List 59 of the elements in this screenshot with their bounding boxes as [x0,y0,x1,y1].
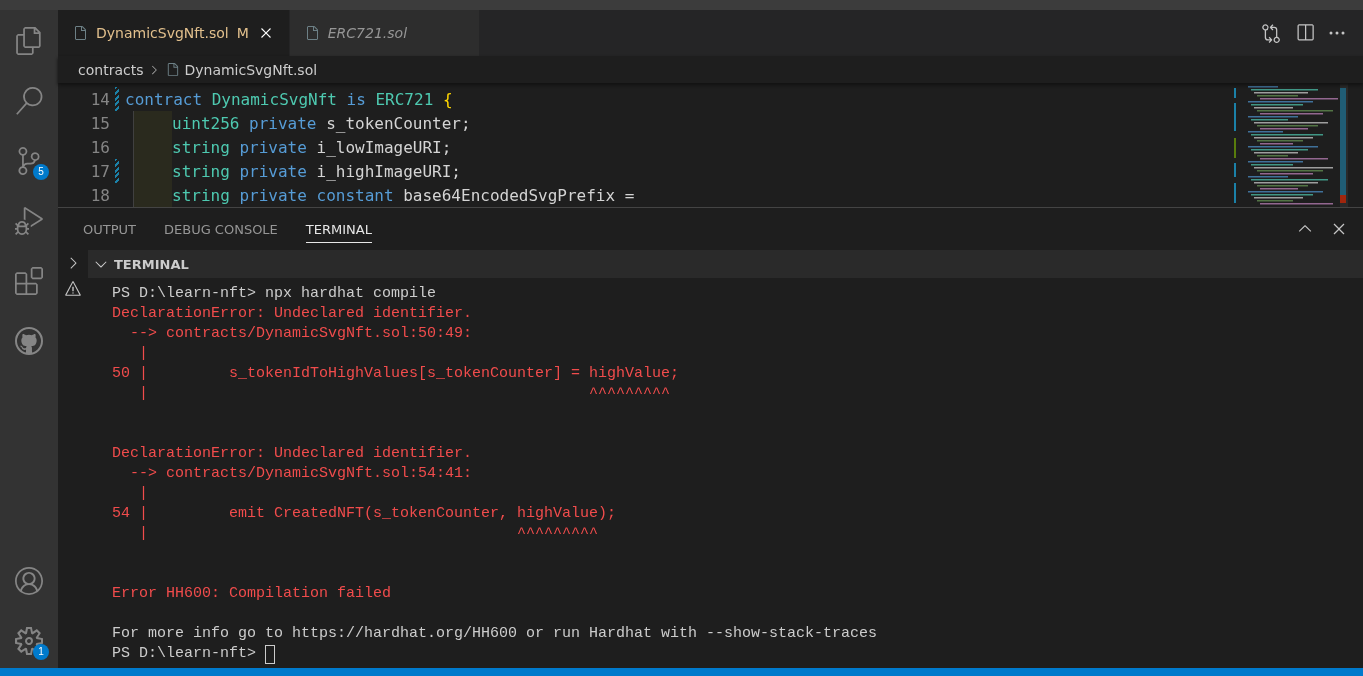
indent-guide [133,111,172,135]
section-title: TERMINAL [114,256,189,272]
compare-changes-button[interactable] [1261,23,1281,43]
tab-label: ERC721.sol [327,25,408,41]
terminal-line: | ^^^^^^^^^ [138,524,599,544]
terminal-line: DeclarationError: Undeclared identifier. [112,444,473,464]
run-debug-icon [15,207,43,235]
code-line: uint256 private s_tokenCounter; [172,113,471,133]
file-icon [72,25,88,41]
section-header[interactable]: TERMINAL [88,250,1363,278]
terminal-line: For more info go to https://hardhat.org/HH600 or run Hardhat with --show-stack-traces [112,624,878,644]
line-number: 15 [89,113,110,133]
warning-icon [64,280,82,298]
terminal-line: --> contracts/DynamicSvgNft.sol:54:41: [129,464,473,484]
panel-tab[interactable]: DEBUG CONSOLE [164,215,278,243]
terminal-line: | [138,484,148,504]
terminal-line: PS D:\learn-nft> [112,644,258,664]
terminal-line: Error HH600: Compilation failed [112,584,392,604]
settings-icon-button[interactable]: 1 [7,620,51,662]
code-line: string private i_lowImageURI; [172,137,452,157]
more-actions-button[interactable] [1329,31,1345,35]
line-number: 17 [89,161,110,181]
search-icon [15,87,43,115]
editor-tab[interactable]: DynamicSvgNft.sol M [58,10,290,56]
github-icon [15,327,43,355]
line-number: 16 [89,137,110,157]
count-badge: 5 [33,164,49,180]
panel-tab[interactable]: OUTPUT [83,215,136,243]
line-number: 18 [89,185,110,205]
line-number: 14 [89,89,110,109]
split-editor-button[interactable] [1295,23,1315,43]
count-badge: 1 [33,644,49,660]
terminal-line: | [138,344,148,364]
code-line: string private constant base64EncodedSvgPrefix = [172,185,635,205]
terminal-line: --> contracts/DynamicSvgNft.sol:50:49: [129,324,473,344]
editor-tab[interactable]: ERC721.sol [289,10,481,56]
terminal-line: DeclarationError: Undeclared identifier. [112,304,473,324]
settings-icon [15,627,43,655]
breadcrumb-item[interactable]: DynamicSvgNft.sol [184,61,318,78]
terminal-line: 54 | emit CreatedNFT(s_tokenCounter, highValue); [112,504,617,524]
split-icon [1295,23,1315,43]
extensions-icon [15,267,43,295]
panel-tab[interactable]: TERMINAL [305,215,372,243]
terminal-line: PS D:\learn-nft> npx hardhat compile [112,284,437,304]
modified-indicator: M [236,25,249,41]
terminal-line: 50 | s_tokenIdToHighValues[s_tokenCounter] = highValue; [112,364,680,384]
terminal-cursor [265,644,276,664]
compare-icon [1261,23,1281,43]
file-icon [165,62,181,77]
files-icon [15,27,43,55]
code-line: contract DynamicSvgNft is ERC721 { [125,89,453,109]
account-icon [15,567,43,595]
problems-button[interactable] [64,280,82,298]
tab-label: DynamicSvgNft.sol [96,25,229,41]
source-control-icon-button[interactable]: 5 [7,140,51,182]
more-icon [1329,31,1345,35]
code-line: string private i_highImageURI; [172,161,461,181]
breadcrumb-item[interactable]: contracts [78,61,144,78]
terminal-line: | ^^^^^^^^^ [138,384,671,404]
